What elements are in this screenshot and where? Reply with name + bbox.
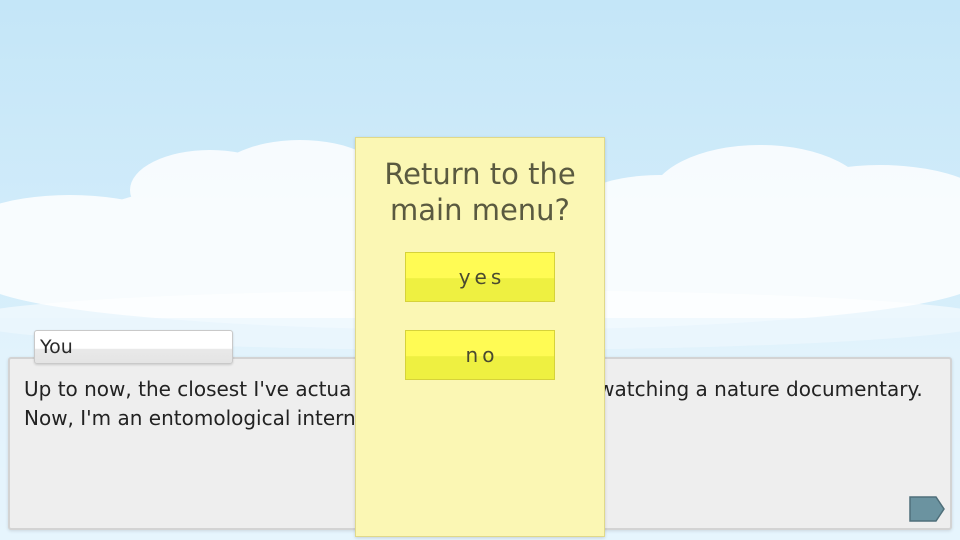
dialog-title-line-2: main menu? bbox=[390, 193, 570, 227]
yes-button[interactable]: yes bbox=[405, 252, 555, 302]
advance-dialogue-button[interactable] bbox=[908, 495, 946, 523]
dialog-title: Return to the main menu? bbox=[356, 156, 604, 228]
game-scene: You Up to now, the closest I've actua he… bbox=[0, 0, 960, 540]
no-button[interactable]: no bbox=[405, 330, 555, 380]
yes-button-label: yes bbox=[458, 265, 506, 289]
dialog-title-line-1: Return to the bbox=[384, 157, 576, 191]
speaker-name: You bbox=[40, 336, 73, 358]
return-to-menu-dialog: Return to the main menu? yes no bbox=[355, 137, 605, 537]
arrow-right-icon bbox=[909, 496, 945, 522]
no-button-label: no bbox=[465, 343, 499, 367]
speaker-nameplate: You bbox=[34, 330, 233, 364]
